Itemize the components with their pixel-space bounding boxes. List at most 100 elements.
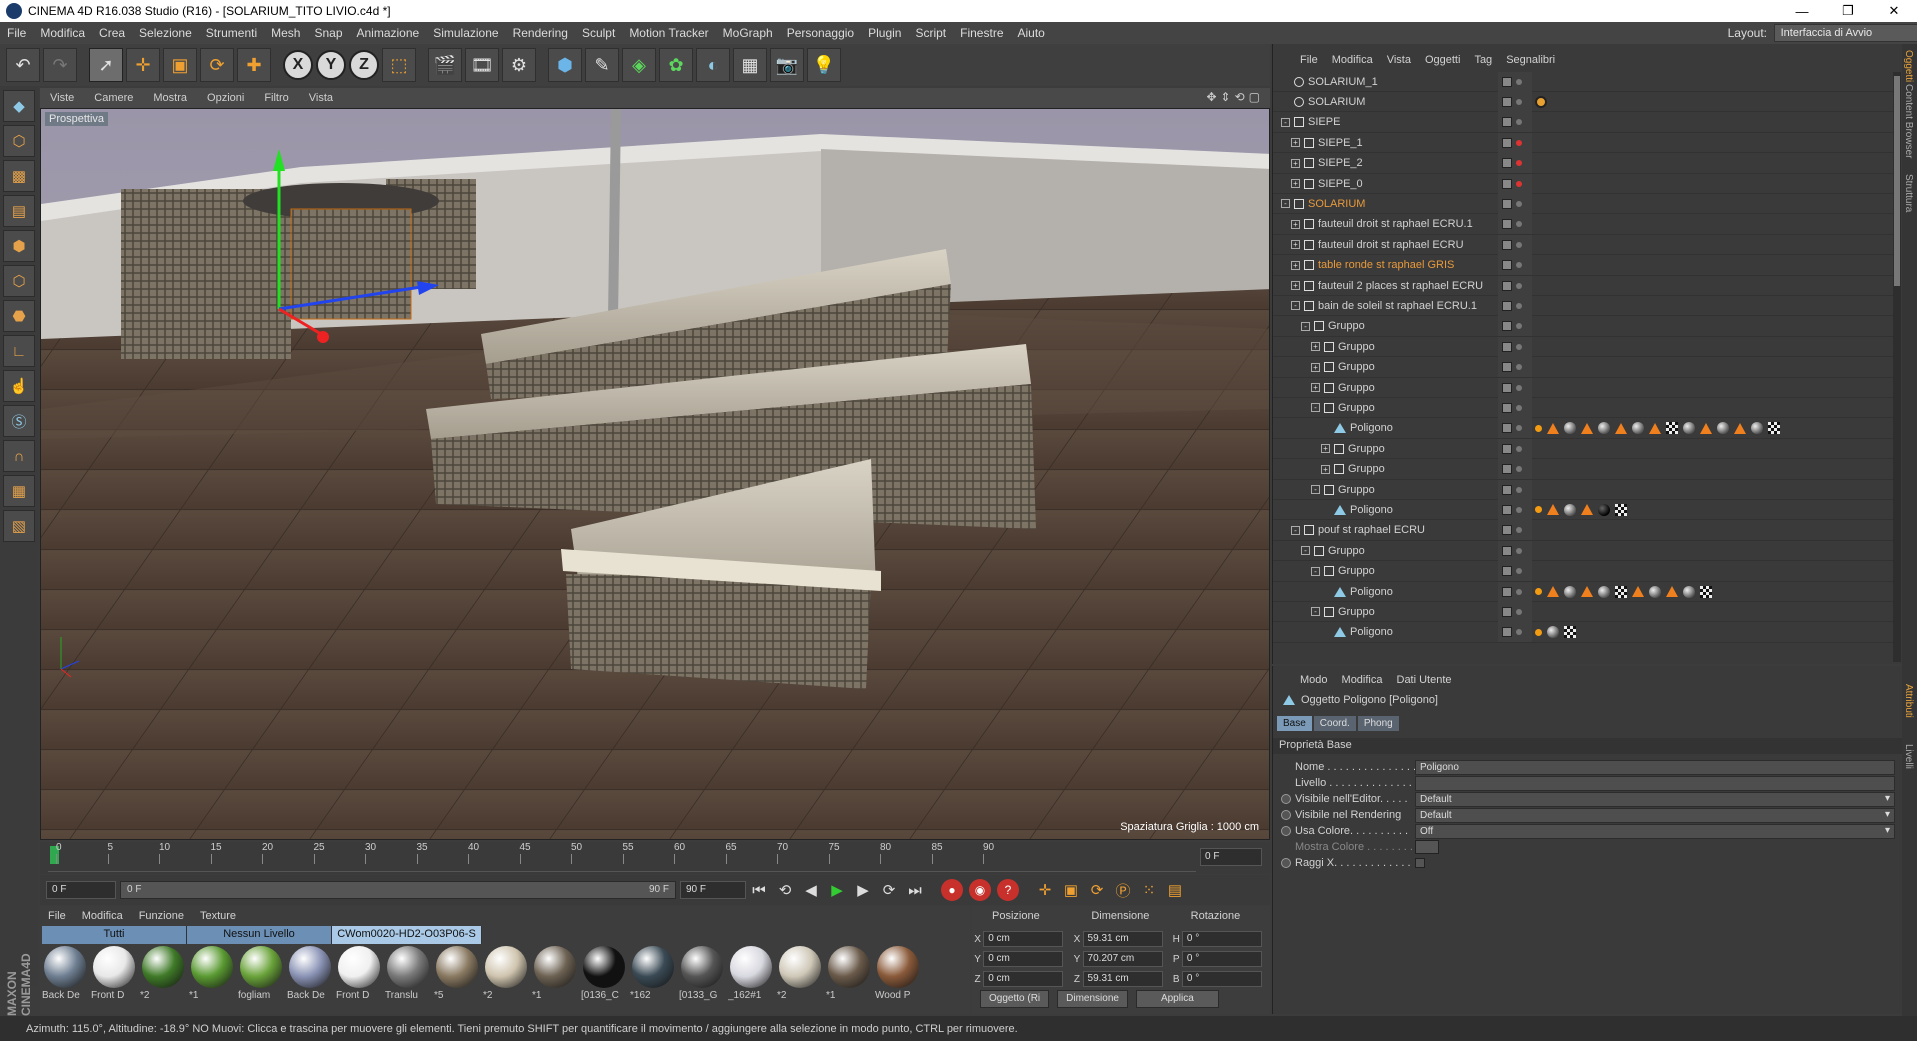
maximize-icon[interactable]: ❐ — [1825, 0, 1871, 22]
visibility-flags[interactable] — [1498, 622, 1532, 643]
chk-tag-icon[interactable] — [1700, 585, 1712, 598]
visibility-flags[interactable] — [1498, 173, 1532, 194]
live-selection-icon[interactable]: ➚ — [89, 48, 123, 82]
editor-visibility-dot[interactable] — [1516, 323, 1522, 330]
right-tab-livelli[interactable]: Livelli — [1903, 744, 1914, 769]
material-swatch[interactable]: *1 — [189, 946, 234, 1008]
editor-visibility-dot[interactable] — [1516, 547, 1522, 554]
expand-toggle-icon[interactable]: - — [1311, 485, 1320, 494]
editor-visibility-dot[interactable] — [1516, 506, 1522, 513]
chk-tag-icon[interactable] — [1564, 626, 1576, 639]
coordinate-mode-dropdown[interactable]: Oggetto (Ri — [980, 990, 1050, 1008]
expand-toggle-icon[interactable]: + — [1291, 240, 1300, 250]
editor-visibility-dot[interactable] — [1516, 200, 1522, 207]
object-row[interactable]: + SIEPE_1 — [1273, 132, 1893, 154]
material-menu-texture[interactable]: Texture — [192, 910, 244, 922]
editor-visibility-dot[interactable] — [1516, 364, 1522, 371]
layer-flag-icon[interactable] — [1502, 402, 1512, 413]
deformer-icon[interactable]: ◐ — [696, 48, 730, 82]
sph-tag-icon[interactable] — [1564, 422, 1576, 435]
position-z-field[interactable]: 0 cm — [983, 971, 1064, 987]
viewport-menu-camere[interactable]: Camere — [84, 92, 143, 104]
layer-flag-icon[interactable] — [1502, 586, 1512, 597]
material-swatch[interactable]: [0136_C — [581, 946, 626, 1008]
key-pla-icon[interactable]: ⁙ — [1136, 878, 1162, 902]
menu-item-personaggio[interactable]: Personaggio — [780, 26, 861, 40]
color-swatch[interactable] — [1415, 840, 1439, 854]
object-row[interactable]: + table ronde st raphael GRIS — [1273, 255, 1893, 276]
object-row[interactable]: + fauteuil droit st raphael ECRU — [1273, 234, 1893, 256]
camera-icon[interactable]: 📷 — [770, 48, 804, 82]
attribute-tab-coord[interactable]: Coord. — [1313, 716, 1356, 731]
editor-visibility-dot[interactable] — [1516, 486, 1522, 493]
material-swatch[interactable]: Back De — [42, 946, 87, 1008]
material-swatch[interactable]: *1 — [532, 946, 577, 1008]
attribute-value-field[interactable] — [1415, 775, 1895, 791]
tri-tag-icon[interactable] — [1734, 422, 1746, 434]
menu-item-aiuto[interactable]: Aiuto — [1011, 26, 1052, 40]
object-row[interactable]: Poligono — [1273, 581, 1893, 602]
sph-tag-icon[interactable] — [1683, 422, 1695, 435]
menu-item-finestre[interactable]: Finestre — [953, 26, 1010, 40]
editor-visibility-dot[interactable] — [1516, 139, 1522, 146]
object-row[interactable]: - SOLARIUM — [1273, 193, 1893, 215]
editor-visibility-dot[interactable] — [1516, 425, 1522, 432]
current-frame-field[interactable]: 0 F — [1200, 848, 1262, 866]
apply-button[interactable]: Applica — [1135, 990, 1219, 1008]
menu-item-animazione[interactable]: Animazione — [350, 26, 427, 40]
object-row[interactable]: Poligono — [1273, 418, 1893, 439]
layer-flag-icon[interactable] — [1502, 504, 1512, 515]
material-swatch[interactable]: _162#1 — [728, 946, 773, 1008]
viewport-menu-filtro[interactable]: Filtro — [254, 92, 298, 104]
render-picture-viewer-icon[interactable]: 🎞 — [465, 48, 499, 82]
object-row[interactable]: + Gruppo — [1273, 357, 1893, 378]
animate-parameter-radio[interactable] — [1281, 826, 1291, 836]
menu-item-selezione[interactable]: Selezione — [132, 26, 199, 40]
expand-toggle-icon[interactable]: + — [1311, 342, 1320, 352]
object-row[interactable]: + Gruppo — [1273, 459, 1893, 480]
rotation-p-field[interactable]: 0 ° — [1181, 951, 1262, 967]
layer-flag-icon[interactable] — [1502, 321, 1512, 332]
menu-item-motion-tracker[interactable]: Motion Tracker — [622, 26, 715, 40]
solo-icon[interactable]: Ⓢ — [3, 405, 35, 437]
layer-flag-icon[interactable] — [1502, 443, 1512, 454]
visibility-flags[interactable] — [1498, 479, 1532, 500]
material-swatch[interactable]: *2 — [777, 946, 822, 1008]
autokey-icon[interactable]: ◉ — [969, 879, 991, 901]
object-menu-modifica[interactable]: Modifica — [1325, 54, 1380, 66]
layer-flag-icon[interactable] — [1502, 260, 1512, 271]
material-menu-modifica[interactable]: Modifica — [74, 910, 131, 922]
sph-tag-icon[interactable] — [1717, 422, 1729, 435]
rotation-b-field[interactable]: 0 ° — [1181, 971, 1262, 987]
key-rotation-icon[interactable]: ⟳ — [1084, 878, 1110, 902]
position-y-field[interactable]: 0 cm — [983, 951, 1064, 967]
blk-tag-icon[interactable] — [1598, 503, 1610, 516]
tri-tag-icon[interactable] — [1632, 586, 1644, 597]
visibility-flags[interactable] — [1498, 377, 1532, 398]
expand-toggle-icon[interactable]: + — [1321, 464, 1330, 474]
chk-tag-icon[interactable] — [1615, 585, 1627, 598]
layer-flag-icon[interactable] — [1502, 117, 1512, 128]
object-row[interactable]: - pouf st raphael ECRU — [1273, 520, 1893, 541]
editor-visibility-dot[interactable] — [1516, 78, 1522, 85]
dot-tag-icon[interactable] — [1535, 506, 1542, 514]
attribute-menu-modifica[interactable]: Modifica — [1335, 674, 1390, 686]
rotation-h-field[interactable]: 0 ° — [1181, 931, 1262, 947]
material-swatch[interactable]: fogliam — [238, 946, 283, 1008]
layer-flag-icon[interactable] — [1502, 137, 1512, 148]
menu-item-crea[interactable]: Crea — [92, 26, 132, 40]
visibility-flags[interactable] — [1498, 214, 1532, 235]
layer-flag-icon[interactable] — [1502, 341, 1512, 352]
cloner-icon[interactable]: ✿ — [659, 48, 693, 82]
layer-flag-icon[interactable] — [1502, 606, 1512, 617]
material-swatch[interactable]: *2 — [140, 946, 185, 1008]
editor-visibility-dot[interactable] — [1516, 629, 1522, 636]
cube-primitive-icon[interactable]: ⬢ — [548, 48, 582, 82]
material-swatch[interactable]: Wood P — [875, 946, 920, 1008]
layer-flag-icon[interactable] — [1502, 464, 1512, 475]
tri-tag-icon[interactable] — [1581, 586, 1593, 597]
go-to-end-icon[interactable]: ⏭ — [902, 878, 928, 902]
layer-flag-icon[interactable] — [1502, 484, 1512, 495]
menu-item-simulazione[interactable]: Simulazione — [426, 26, 505, 40]
visibility-flags[interactable] — [1498, 397, 1532, 418]
